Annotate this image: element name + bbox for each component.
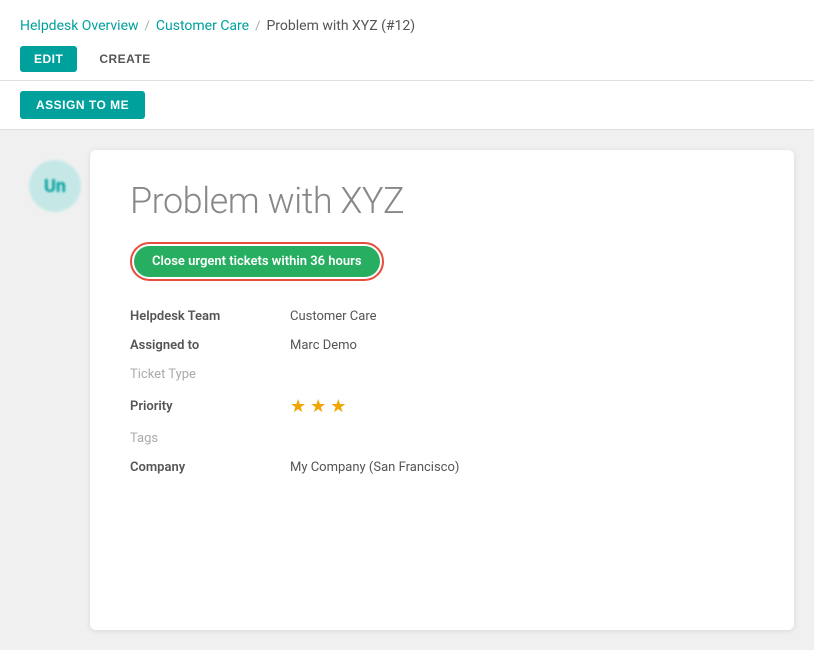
- main-content: Un Problem with XYZ Close urgent tickets…: [0, 130, 814, 650]
- assign-to-me-button[interactable]: ASSIGN TO ME: [20, 91, 145, 119]
- label-company: Company: [130, 460, 290, 475]
- label-tags: Tags: [130, 431, 290, 446]
- left-sidebar: Un: [20, 150, 90, 630]
- ticket-card: Problem with XYZ Close urgent tickets wi…: [90, 150, 794, 630]
- breadcrumb-ticket: Problem with XYZ (#12): [266, 18, 415, 34]
- breadcrumb: Helpdesk Overview / Customer Care / Prob…: [20, 18, 794, 34]
- top-bar: Helpdesk Overview / Customer Care / Prob…: [0, 0, 814, 81]
- star-3[interactable]: ★: [330, 396, 346, 417]
- priority-stars: ★ ★ ★: [290, 396, 754, 417]
- breadcrumb-customer-care[interactable]: Customer Care: [156, 18, 249, 34]
- star-2[interactable]: ★: [310, 396, 326, 417]
- action-bar: ASSIGN TO ME: [0, 81, 814, 130]
- value-helpdesk-team: Customer Care: [290, 309, 754, 324]
- label-priority: Priority: [130, 399, 290, 414]
- label-ticket-type: Ticket Type: [130, 367, 290, 382]
- ticket-title: Problem with XYZ: [130, 180, 754, 222]
- breadcrumb-helpdesk[interactable]: Helpdesk Overview: [20, 18, 139, 34]
- breadcrumb-sep-2: /: [255, 19, 260, 34]
- label-assigned-to: Assigned to: [130, 338, 290, 353]
- details-table: Helpdesk Team Customer Care Assigned to …: [130, 309, 754, 475]
- value-assigned-to: Marc Demo: [290, 338, 754, 353]
- edit-button[interactable]: EDIT: [20, 46, 77, 72]
- star-1[interactable]: ★: [290, 396, 306, 417]
- breadcrumb-sep-1: /: [145, 19, 150, 34]
- value-company: My Company (San Francisco): [290, 460, 754, 475]
- toolbar: EDIT CREATE: [20, 46, 794, 80]
- sla-badge-wrapper: Close urgent tickets within 36 hours: [130, 242, 384, 281]
- create-button[interactable]: CREATE: [85, 46, 164, 72]
- avatar: Un: [29, 160, 81, 212]
- sla-badge: Close urgent tickets within 36 hours: [134, 246, 380, 277]
- label-helpdesk-team: Helpdesk Team: [130, 309, 290, 324]
